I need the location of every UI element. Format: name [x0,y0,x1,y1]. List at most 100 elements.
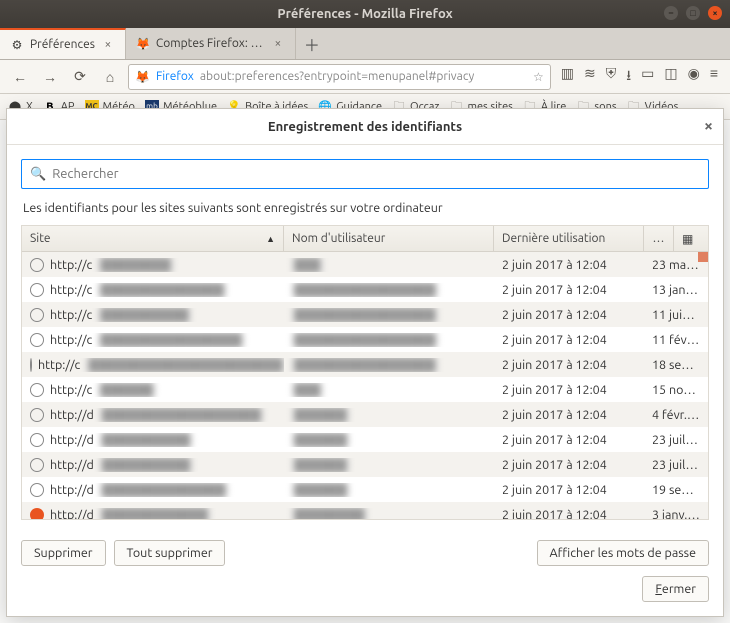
site-prefix: http://d [50,458,94,472]
tab-preferences[interactable]: ⚙ Préférences × [0,28,126,59]
table-row[interactable]: http://d████████████ ████████ 2 juin 2017 … [22,502,708,519]
cell-last-used: 2 juin 2017 à 12:04 [494,508,644,520]
window-title: Préférences - Mozilla Firefox [277,7,452,21]
column-username[interactable]: Nom d'utilisateur [284,226,494,251]
dialog-footer: Supprimer Tout supprimer Afficher les mo… [7,530,723,616]
gear-icon: ⚙ [10,38,24,52]
site-blurred: ██████████ [100,433,193,447]
minimize-button[interactable]: – [664,6,678,20]
site-prefix: http://d [50,408,94,422]
username-blurred: ████████████████ [292,333,438,347]
download-icon[interactable]: ⭳ [626,65,631,89]
cell-site: http://c██████████████ [22,283,284,297]
maximize-button[interactable]: □ [686,6,700,20]
cell-username: ███ [284,383,494,397]
sort-asc-icon: ▲ [266,234,275,244]
table-row[interactable]: http://d████████████████2 juin 2017 à 12… [22,452,708,477]
table-row[interactable]: http://d████████████████████2 juin 2017 … [22,477,708,502]
table-row[interactable]: http://d████████████████████████2 juin 2… [22,402,708,427]
globe-icon [30,333,44,347]
cell-username: ███ [284,258,494,272]
addon-icon[interactable]: ◉ [688,65,700,89]
site-blurred: ██████████████████ [100,408,263,422]
column-site[interactable]: Site▲ [22,226,284,251]
show-passwords-button[interactable]: Afficher les mots de passe [537,540,709,566]
cell-last-used: 2 juin 2017 à 12:04 [494,483,644,497]
cell-changed: 15 nov. … [644,383,708,397]
username-blurred: ████████ [292,508,367,520]
globe-icon [30,358,32,372]
cell-last-used: 2 juin 2017 à 12:04 [494,408,644,422]
table-row[interactable]: http://c███████████2 juin 2017 à 12:0423… [22,252,708,277]
forward-button[interactable]: → [38,65,62,89]
globe-icon [30,408,44,422]
column-last-used[interactable]: Dernière utilisation [494,226,644,251]
cell-username: ██████ [284,408,494,422]
cell-site: http://c████████ [22,258,284,272]
home-button[interactable]: ⌂ [98,65,122,89]
close-dialog-button[interactable]: Fermer [642,576,709,602]
scroll-indicator [698,252,708,262]
table-row[interactable]: http://c█████████2 juin 2017 à 12:0415 n… [22,377,708,402]
search-icon: 🔍 [30,167,46,182]
cell-site: http://d████████████ [22,508,284,520]
site-blurred: ████████████████ [98,333,244,347]
globe-icon [30,258,44,272]
cell-site: http://c ████████████████ [22,333,284,347]
dialog-title: Enregistrement des identifiants [268,120,462,134]
feed-icon[interactable]: ≋ [584,65,596,89]
back-button[interactable]: ← [8,65,32,89]
site-blurred: ████████ [98,258,173,272]
cell-username: ████████████████ [284,358,494,372]
cell-changed: 11 févr… [644,333,708,347]
table-row[interactable]: http://d████████████████2 juin 2017 à 12… [22,427,708,452]
menu-icon[interactable]: ≡ [710,65,718,89]
sidebar-icon[interactable]: ◫ [664,65,677,89]
globe-icon [30,383,44,397]
saved-logins-dialog: Enregistrement des identifiants × 🔍 Les … [6,108,724,617]
globe-icon [30,483,44,497]
username-blurred: ██████ [292,408,349,422]
screenshot-icon[interactable]: ▭ [641,65,654,89]
new-tab-button[interactable]: ＋ [296,28,328,59]
username-blurred: ███ [292,383,323,397]
tab-label: Comptes Firefox: Appa… [156,37,265,50]
site-prefix: http://d [50,483,94,497]
site-blurred: ██████████████████████ [86,358,284,372]
url-text: about:preferences?entrypoint=menupanel#p… [200,70,527,83]
site-blurred: ██████ [98,383,155,397]
delete-all-button[interactable]: Tout supprimer [114,540,226,566]
column-more[interactable]: … [644,226,674,251]
cell-site: http://c██████████████████████ [22,358,284,372]
close-tab-icon[interactable]: × [101,38,115,51]
cell-username: ██████ [284,458,494,472]
reload-button[interactable]: ⟳ [68,65,92,89]
close-window-button[interactable]: × [708,6,722,20]
window-titlebar: Préférences - Mozilla Firefox – □ × [0,0,730,28]
globe-icon [30,433,44,447]
tab-label: Préférences [30,38,95,51]
cell-last-used: 2 juin 2017 à 12:04 [494,458,644,472]
tab-firefox-accounts[interactable]: 🦊 Comptes Firefox: Appa… × [126,28,296,59]
table-row[interactable]: http://c██████████████████████████████2 … [22,277,708,302]
dialog-body: 🔍 Les identifiants pour les sites suivan… [7,145,723,530]
globe-icon [30,458,44,472]
table-row[interactable]: http://c████████████████████████████████… [22,352,708,377]
table-row[interactable]: http://c██████████████████████████2 juin… [22,302,708,327]
close-tab-icon[interactable]: × [271,37,285,50]
delete-button[interactable]: Supprimer [21,540,106,566]
search-input[interactable] [52,167,700,181]
column-picker-icon[interactable]: ▦ [674,226,701,251]
library-icon[interactable]: ▥ [561,65,574,89]
cell-changed: 23 juil. … [644,458,708,472]
cell-changed: 13 janv… [644,283,708,297]
globe-icon [30,283,44,297]
search-field[interactable]: 🔍 [21,159,709,189]
url-bar[interactable]: 🦊 Firefox about:preferences?entrypoint=m… [128,64,551,90]
site-blurred: ██████████ [98,308,191,322]
bookmark-star-icon[interactable]: ☆ [533,70,544,84]
shield-icon[interactable]: ⛨ [606,65,617,89]
table-row[interactable]: http://c ████████████████ ████████████████… [22,327,708,352]
dialog-close-icon[interactable]: × [704,117,713,135]
site-prefix: http://c [50,333,92,347]
